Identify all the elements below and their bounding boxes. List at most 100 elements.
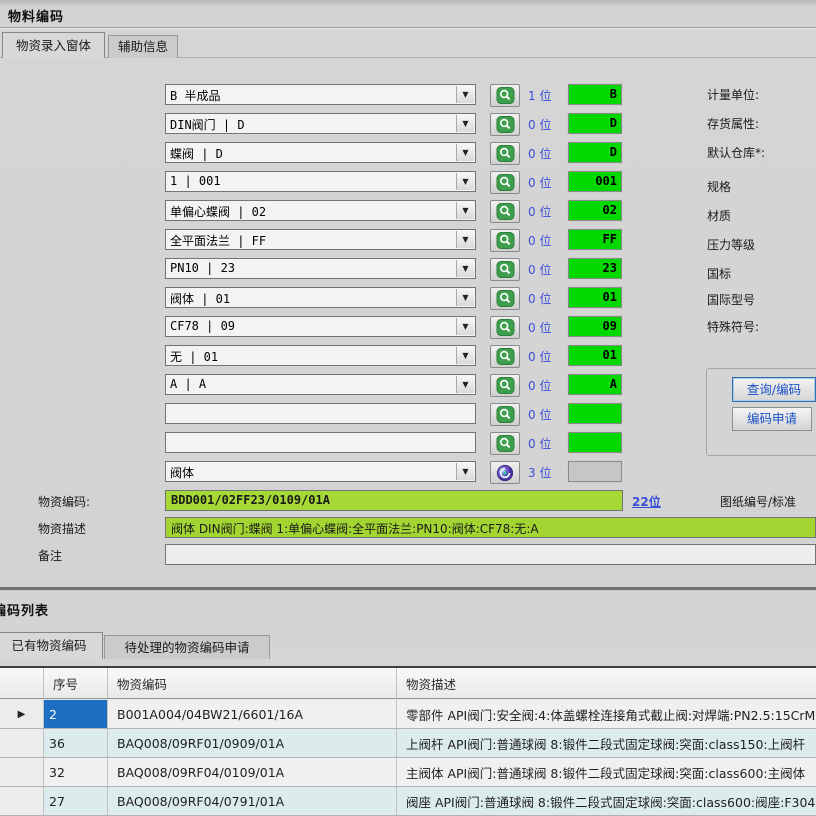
seq-cell[interactable]: 2	[44, 700, 108, 728]
code-segment-box-0: B	[568, 84, 622, 105]
remark-field[interactable]	[165, 544, 816, 565]
search-button-6[interactable]	[490, 258, 520, 281]
search-button-4[interactable]	[490, 200, 520, 223]
form-combo-6[interactable]: PN10 | 23▼	[165, 258, 476, 279]
search-button-5[interactable]	[490, 229, 520, 252]
right-label-0: 计量单位:	[707, 86, 759, 103]
search-button-2[interactable]	[490, 142, 520, 165]
code-cell[interactable]: BAQ008/09RF04/0791/01A	[108, 787, 397, 815]
code-segment-box-1: D	[568, 113, 622, 134]
search-button-1[interactable]	[490, 113, 520, 136]
form-input-11[interactable]	[165, 403, 476, 424]
tab-material-entry[interactable]: 物资录入窗体	[2, 32, 105, 58]
chevron-down-icon[interactable]: ▼	[456, 173, 474, 190]
bit-count-0: 1 位	[528, 87, 568, 104]
combo-value: 阀体 | 01	[170, 290, 455, 307]
bit-count-13: 3 位	[528, 464, 568, 481]
magnifier-icon	[496, 290, 515, 307]
right-label-5: 压力等级	[707, 236, 755, 253]
tab-aux-info[interactable]: 辅助信息	[108, 35, 178, 58]
seq-cell[interactable]: 32	[44, 758, 108, 786]
combo-value: 蝶阀 | D	[170, 145, 455, 162]
table-row[interactable]: 36BAQ008/09RF01/0909/01A上阀杆 API阀门:普通球阀 8…	[0, 729, 816, 758]
chevron-down-icon[interactable]: ▼	[456, 231, 474, 248]
bit-count-12: 0 位	[528, 435, 568, 452]
desc-cell[interactable]: 零部件 API阀门:安全阀:4:体盖螺栓连接角式截止阀:对焊端:PN2.5:15…	[397, 700, 816, 728]
form-combo-0[interactable]: B 半成品▼	[165, 84, 476, 105]
chevron-down-icon[interactable]: ▼	[456, 144, 474, 161]
desc-cell[interactable]: 阀座 API阀门:普通球阀 8:锻件二段式固定球阀:突面:class600:阀座…	[397, 787, 816, 815]
tab-existing-codes[interactable]: 已有物资编码	[0, 632, 103, 659]
chevron-down-icon[interactable]: ▼	[456, 115, 474, 132]
code-cell[interactable]: BAQ008/09RF04/0109/01A	[108, 758, 397, 786]
form-combo-13[interactable]: 阀体▼	[165, 461, 476, 482]
material-code-field[interactable]: BDD001/02FF23/0109/01A	[165, 490, 623, 511]
search-button-9[interactable]	[490, 345, 520, 368]
code-segment-box-5: FF	[568, 229, 622, 250]
form-combo-2[interactable]: 蝶阀 | D▼	[165, 142, 476, 163]
row-selector-header	[0, 668, 44, 698]
chevron-down-icon[interactable]: ▼	[456, 347, 474, 364]
search-button-12[interactable]	[490, 432, 520, 455]
chevron-down-icon[interactable]: ▼	[456, 260, 474, 277]
seq-cell[interactable]: 27	[44, 787, 108, 815]
tab-pending-requests[interactable]: 待处理的物资编码申请	[104, 635, 270, 659]
right-label-3: 规格	[707, 178, 731, 195]
magnifier-icon	[496, 203, 515, 220]
form-combo-8[interactable]: CF78 | 09▼	[165, 316, 476, 337]
search-button-7[interactable]	[490, 287, 520, 310]
form-combo-1[interactable]: DIN阀门 | D▼	[165, 113, 476, 134]
bit-count-6: 0 位	[528, 261, 568, 278]
form-input-12[interactable]	[165, 432, 476, 453]
chevron-down-icon[interactable]: ▼	[456, 202, 474, 219]
chevron-down-icon[interactable]: ▼	[456, 376, 474, 393]
code-length-link[interactable]: 22位	[632, 493, 661, 510]
chevron-down-icon[interactable]: ▼	[456, 289, 474, 306]
code-segment-box-2: D	[568, 142, 622, 163]
magnifier-icon	[496, 145, 515, 162]
seq-cell[interactable]: 36	[44, 729, 108, 757]
chevron-down-icon[interactable]: ▼	[456, 463, 474, 480]
desc-cell[interactable]: 主阀体 API阀门:普通球阀 8:锻件二段式固定球阀:突面:class600:主…	[397, 758, 816, 786]
bit-count-8: 0 位	[528, 319, 568, 336]
desc-cell[interactable]: 上阀杆 API阀门:普通球阀 8:锻件二段式固定球阀:突面:class150:上…	[397, 729, 816, 757]
row-selector-cell[interactable]	[0, 729, 44, 757]
material-desc-field[interactable]: 阀体 DIN阀门:蝶阀 1:单偏心蝶阀:全平面法兰:PN10:阀体:CF78:无…	[165, 517, 816, 538]
code-segment-box-4: 02	[568, 200, 622, 221]
code-segment-box-6: 23	[568, 258, 622, 279]
col-header-code[interactable]: 物资编码	[108, 668, 397, 698]
bit-count-3: 0 位	[528, 174, 568, 191]
search-button-10[interactable]	[490, 374, 520, 397]
table-row[interactable]: ▶2B001A004/04BW21/6601/16A零部件 API阀门:安全阀:…	[0, 700, 816, 729]
section-splitter[interactable]	[0, 587, 816, 591]
form-combo-10[interactable]: A | A▼	[165, 374, 476, 395]
code-apply-button[interactable]: 编码申请	[732, 407, 812, 431]
table-row[interactable]: 32BAQ008/09RF04/0109/01A主阀体 API阀门:普通球阀 8…	[0, 758, 816, 787]
col-header-desc[interactable]: 物资描述	[397, 668, 816, 698]
row-selector-cell[interactable]: ▶	[0, 700, 44, 728]
search-button-3[interactable]	[490, 171, 520, 194]
chevron-down-icon[interactable]: ▼	[456, 86, 474, 103]
form-combo-4[interactable]: 单偏心蝶阀 | 02▼	[165, 200, 476, 221]
form-combo-7[interactable]: 阀体 | 01▼	[165, 287, 476, 308]
combo-value: DIN阀门 | D	[170, 116, 455, 133]
search-button-0[interactable]	[490, 84, 520, 107]
search-button-8[interactable]	[490, 316, 520, 339]
code-cell[interactable]: B001A004/04BW21/6601/16A	[108, 700, 397, 728]
combo-value: 1 | 001	[170, 174, 455, 188]
row-selector-cell[interactable]	[0, 787, 44, 815]
form-combo-5[interactable]: 全平面法兰 | FF▼	[165, 229, 476, 250]
form-combo-9[interactable]: 无 | 01▼	[165, 345, 476, 366]
table-row[interactable]: 27BAQ008/09RF04/0791/01A阀座 API阀门:普通球阀 8:…	[0, 787, 816, 816]
code-cell[interactable]: BAQ008/09RF01/0909/01A	[108, 729, 397, 757]
query-code-button[interactable]: 查询/编码	[732, 377, 816, 402]
form-combo-3[interactable]: 1 | 001▼	[165, 171, 476, 192]
chevron-down-icon[interactable]: ▼	[456, 318, 474, 335]
col-header-seq[interactable]: 序号	[44, 668, 108, 698]
combo-value: 无 | 01	[170, 348, 455, 365]
search-button-11[interactable]	[490, 403, 520, 426]
name-helper-button[interactable]	[490, 461, 520, 484]
code-segment-box-9: 01	[568, 345, 622, 366]
row-selector-cell[interactable]	[0, 758, 44, 786]
code-list-title: 编码列表	[0, 600, 49, 619]
